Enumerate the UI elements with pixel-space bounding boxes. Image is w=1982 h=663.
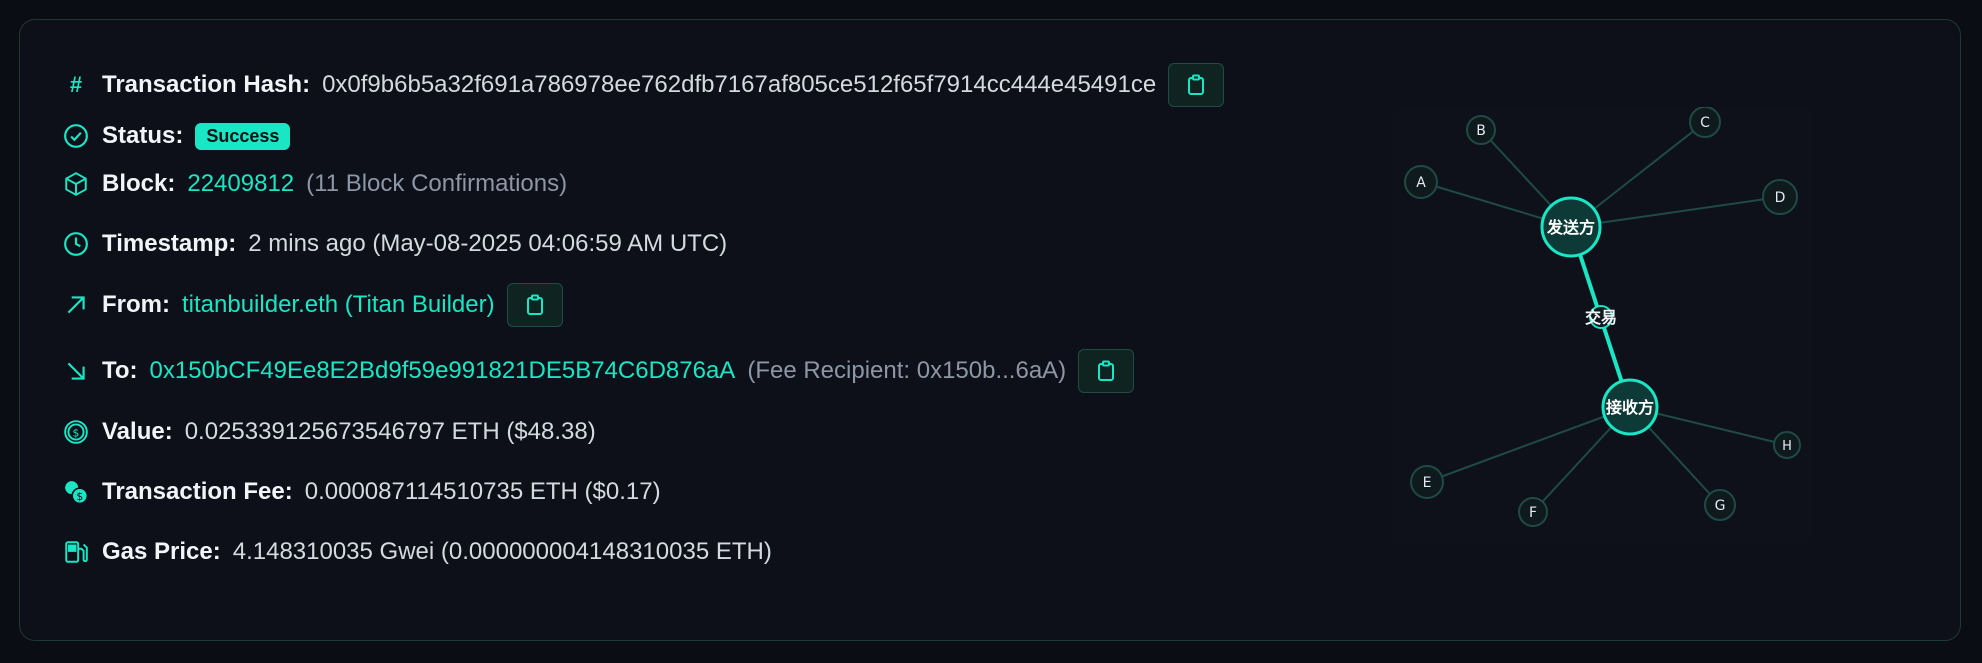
graph-node-label: F	[1529, 505, 1537, 521]
graph-sender-node[interactable]: 发送方	[1540, 196, 1602, 258]
arrow-down-right-icon	[62, 357, 90, 385]
copy-from-button[interactable]	[506, 283, 563, 327]
block-row: Block: 22409812 (11 Block Confirmations)	[62, 164, 567, 204]
graph-node-a[interactable]: A	[1404, 165, 1438, 199]
graph-node-label: D	[1775, 190, 1786, 206]
from-address-link[interactable]: titanbuilder.eth (Titan Builder)	[182, 291, 495, 319]
graph-node-label: G	[1715, 498, 1726, 514]
graph-node-d[interactable]: D	[1762, 179, 1798, 215]
transaction-graph-svg: A B C D E F G H 交易 发送方 接收方	[1404, 106, 1801, 527]
timestamp-label: Timestamp:	[102, 230, 237, 257]
hash-row: # Transaction Hash: 0x0f9b6b5a32f691a786…	[62, 63, 1225, 107]
block-confirmations: (11 Block Confirmations)	[306, 170, 568, 197]
hash-icon: #	[69, 72, 83, 97]
graph-receiver-node[interactable]: 接收方	[1601, 378, 1659, 436]
graph-tx-label: 交易	[1585, 308, 1617, 327]
graph-node-b[interactable]: B	[1466, 115, 1496, 145]
arrow-up-right-icon	[62, 291, 90, 319]
block-label: Block:	[102, 170, 176, 197]
value-amount: 0.025339125673546797 ETH ($48.38)	[184, 418, 596, 445]
check-circle-icon	[62, 122, 90, 150]
fee-label: Transaction Fee:	[102, 478, 293, 505]
graph-node-label: C	[1700, 115, 1710, 131]
clipboard-icon	[1188, 74, 1205, 95]
graph-node-c[interactable]: C	[1689, 106, 1721, 138]
graph-node-label: E	[1423, 475, 1432, 491]
from-label: From:	[102, 291, 170, 318]
transaction-graph: A B C D E F G H 交易 发送方 接收方	[1393, 106, 1813, 543]
svg-text:$: $	[76, 490, 83, 503]
svg-text:$: $	[73, 426, 80, 439]
to-address-link[interactable]: 0x150bCF49Ee8E2Bd9f59e991821DE5B74C6D876…	[150, 357, 736, 385]
timestamp-row: Timestamp: 2 mins ago (May-08-2025 04:06…	[62, 224, 727, 264]
dollar-circle-icon: $	[62, 418, 90, 446]
copy-hash-button[interactable]	[1168, 63, 1225, 107]
graph-node-label: H	[1782, 439, 1792, 454]
status-badge: Success	[195, 122, 291, 150]
graph-node-label: A	[1416, 175, 1426, 191]
graph-node-label: B	[1476, 123, 1486, 139]
graph-node-g[interactable]: G	[1704, 489, 1736, 521]
value-row: $ Value: 0.025339125673546797 ETH ($48.3…	[62, 412, 596, 452]
graph-node-h[interactable]: H	[1773, 431, 1801, 459]
to-label: To:	[102, 357, 138, 384]
graph-tx-node[interactable]: 交易	[1585, 305, 1617, 329]
block-number-link[interactable]: 22409812	[187, 170, 294, 198]
gas-pump-icon	[62, 538, 90, 566]
status-row: Status: Success	[62, 116, 291, 156]
status-label: Status:	[102, 122, 184, 149]
clipboard-icon	[1098, 360, 1115, 381]
to-row: To: 0x150bCF49Ee8E2Bd9f59e991821DE5B74C6…	[62, 349, 1135, 393]
value-label: Value:	[102, 418, 173, 445]
graph-node-e[interactable]: E	[1410, 465, 1444, 499]
graph-node-f[interactable]: F	[1518, 497, 1548, 527]
gas-row: Gas Price: 4.148310035 Gwei (0.000000004…	[62, 532, 772, 572]
fee-amount: 0.000087114510735 ETH ($0.17)	[304, 478, 661, 505]
clock-icon	[62, 230, 90, 258]
gas-amount: 4.148310035 Gwei (0.000000004148310035 E…	[232, 538, 772, 565]
clipboard-icon	[526, 294, 543, 315]
hash-value: 0x0f9b6b5a32f691a786978ee762dfb7167af805…	[322, 71, 1157, 98]
graph-sender-label: 发送方	[1546, 218, 1595, 237]
fee-row: $ Transaction Fee: 0.000087114510735 ETH…	[62, 472, 661, 512]
cube-icon	[62, 170, 90, 198]
fee-recipient-note: (Fee Recipient: 0x150b...6aA)	[747, 357, 1067, 384]
hash-label: Transaction Hash:	[102, 71, 311, 98]
from-row: From: titanbuilder.eth (Titan Builder)	[62, 283, 563, 327]
timestamp-value: 2 mins ago (May-08-2025 04:06:59 AM UTC)	[248, 230, 728, 257]
coins-icon: $	[62, 478, 90, 506]
gas-label: Gas Price:	[102, 538, 221, 565]
graph-receiver-label: 接收方	[1606, 398, 1654, 417]
copy-to-button[interactable]	[1078, 349, 1135, 393]
